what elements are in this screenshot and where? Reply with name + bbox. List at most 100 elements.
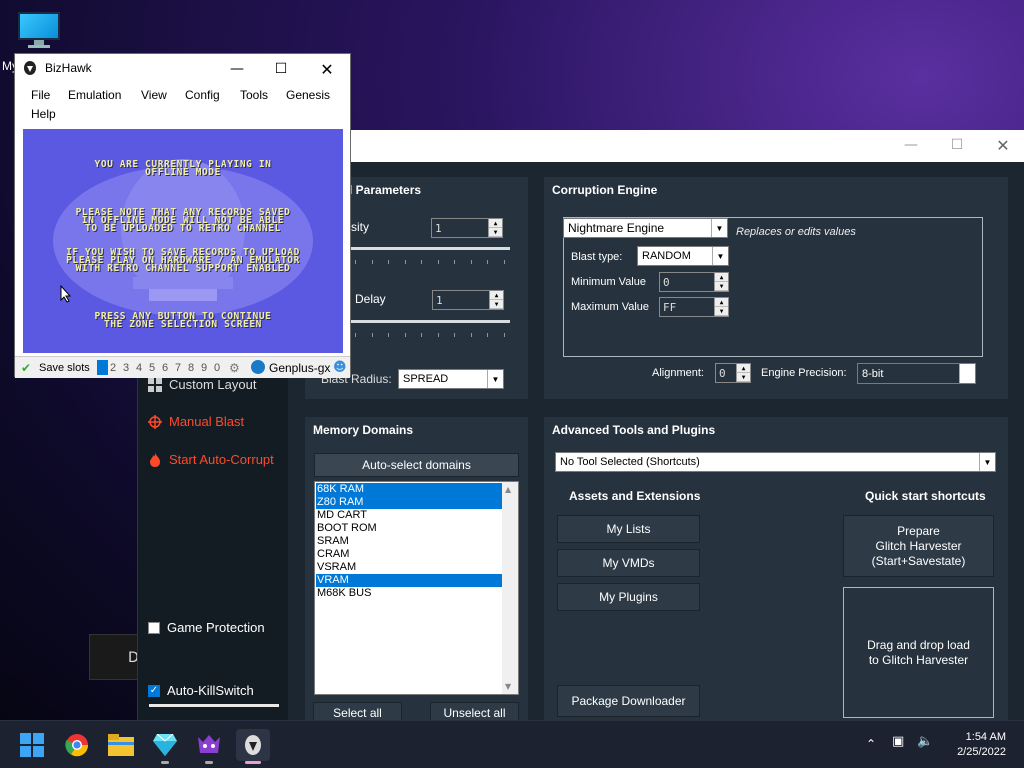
menu-help[interactable]: Help: [31, 107, 56, 121]
bizhawk-window: BizHawk — ☐ ✕ File Emulation View Config…: [14, 53, 351, 378]
save-slot-0[interactable]: 0: [214, 362, 220, 374]
file-explorer-icon[interactable]: [104, 729, 138, 761]
check-icon: ✔: [21, 361, 32, 375]
close-icon[interactable]: ✕: [980, 130, 1024, 160]
clock-date: 2/25/2022: [957, 746, 1006, 758]
spinner-value: 0: [719, 366, 726, 380]
menu-view[interactable]: View: [141, 88, 167, 102]
memory-domain-list[interactable]: 68K RAM Z80 RAM MD CART BOOT ROM SRAM CRAM VSR…: [314, 481, 519, 695]
tool-select[interactable]: No Tool Selected (Shortcuts) ▼: [555, 452, 996, 472]
gem-app-icon[interactable]: [148, 729, 182, 761]
close-icon[interactable]: ✕: [305, 56, 349, 82]
start-auto-corrupt-button[interactable]: Start Auto-Corrupt: [148, 452, 274, 467]
select-value: No Tool Selected (Shortcuts): [560, 456, 700, 468]
save-slots-label: Save slots: [39, 362, 90, 374]
intensity-slider[interactable]: [351, 247, 510, 250]
save-slot-5[interactable]: 5: [149, 362, 155, 374]
menu-config[interactable]: Config: [185, 88, 220, 102]
save-slot-7[interactable]: 7: [175, 362, 181, 374]
clock-time: 1:54 AM: [965, 731, 1006, 743]
chevron-up-icon[interactable]: ⌃: [866, 737, 876, 751]
engine-precision-select[interactable]: 8-bit ▼: [857, 363, 976, 384]
drag-drop-zone[interactable]: Drag and drop load to Glitch Harvester: [843, 587, 994, 718]
menu-file[interactable]: File: [31, 88, 50, 102]
spin-down-icon[interactable]: ▼: [489, 228, 502, 237]
engine-select[interactable]: Nightmare Engine ▼: [563, 218, 728, 238]
panel-title: l Parameters: [349, 183, 422, 197]
maximize-icon[interactable]: ☐: [934, 130, 980, 160]
list-item[interactable]: M68K BUS: [316, 587, 502, 600]
spin-up-icon[interactable]: ▲: [737, 364, 750, 373]
auto-select-domains-button[interactable]: Auto-select domains: [314, 453, 519, 477]
my-plugins-button[interactable]: My Plugins: [557, 583, 700, 611]
start-windows-icon[interactable]: [15, 729, 49, 761]
emulator-screen[interactable]: YOU ARE CURRENTLY PLAYING IN OFFLINE MOD…: [23, 129, 343, 353]
auto-killswitch-checkbox[interactable]: ✓ Auto-KillSwitch: [148, 683, 254, 698]
sidebar-item-label: Custom Layout: [169, 377, 257, 392]
checkbox-unchecked-icon[interactable]: [148, 621, 160, 634]
save-slot-9[interactable]: 9: [201, 362, 207, 374]
my-vmds-button[interactable]: My VMDs: [557, 549, 700, 577]
chrome-icon[interactable]: [60, 729, 94, 761]
spin-down-icon[interactable]: ▼: [715, 282, 728, 291]
maximum-value-spinner[interactable]: FF ▲ ▼: [659, 297, 729, 317]
list-item[interactable]: SRAM: [316, 535, 502, 548]
alignment-spinner[interactable]: 0 ▲ ▼: [715, 363, 751, 383]
rtc-launcher-icon[interactable]: [192, 729, 226, 761]
delay-slider[interactable]: [351, 320, 510, 323]
user-icon[interactable]: ☻: [333, 360, 347, 375]
intensity-spinner[interactable]: 1 ▲ ▼: [431, 218, 503, 238]
menu-tools[interactable]: Tools: [240, 88, 268, 102]
list-item[interactable]: VRAM: [316, 574, 502, 587]
menu-emulation[interactable]: Emulation: [68, 88, 121, 102]
menu-genesis[interactable]: Genesis: [286, 88, 330, 102]
list-scrollbar[interactable]: ▲ ▼: [502, 482, 518, 694]
spin-up-icon[interactable]: ▲: [489, 219, 502, 228]
volume-icon[interactable]: 🔈: [917, 734, 933, 749]
maximize-icon[interactable]: ☐: [259, 56, 303, 82]
blast-type-select[interactable]: RANDOM ▼: [637, 246, 729, 266]
package-downloader-button[interactable]: Package Downloader: [557, 685, 700, 717]
list-item[interactable]: MD CART: [316, 509, 502, 522]
my-lists-button[interactable]: My Lists: [557, 515, 700, 543]
sidebar-item-custom-layout[interactable]: Custom Layout: [148, 377, 256, 392]
game-protection-checkbox[interactable]: Game Protection: [148, 620, 265, 635]
scroll-down-icon[interactable]: ▼: [505, 682, 511, 691]
list-item[interactable]: VSRAM: [316, 561, 502, 574]
save-slot-2[interactable]: 2: [110, 362, 116, 374]
checkbox-checked-icon[interactable]: ✓: [148, 684, 160, 697]
spin-down-icon[interactable]: ▼: [490, 300, 503, 309]
delay-spinner[interactable]: 1 ▲ ▼: [432, 290, 504, 310]
desktop-this-pc-icon[interactable]: [14, 10, 66, 54]
manual-blast-button[interactable]: Manual Blast: [148, 414, 244, 429]
prepare-glitch-harvester-button[interactable]: Prepare Glitch Harvester (Start+Savestat…: [843, 515, 994, 577]
minimize-icon[interactable]: —: [215, 56, 259, 82]
list-item[interactable]: 68K RAM: [316, 483, 502, 496]
blast-radius-select[interactable]: SPREAD ▼: [398, 369, 504, 389]
panel-title: Memory Domains: [313, 423, 414, 437]
minimum-value-spinner[interactable]: 0 ▲ ▼: [659, 272, 729, 292]
spin-down-icon[interactable]: ▼: [715, 307, 728, 316]
spin-down-icon[interactable]: ▼: [737, 373, 750, 382]
list-item[interactable]: CRAM: [316, 548, 502, 561]
save-slot-3[interactable]: 3: [123, 362, 129, 374]
clock[interactable]: 1:54 AM 2/25/2022: [957, 730, 1006, 760]
save-slot-4[interactable]: 4: [136, 362, 142, 374]
spin-up-icon[interactable]: ▲: [715, 273, 728, 282]
list-item[interactable]: Z80 RAM: [316, 496, 502, 509]
list-item[interactable]: BOOT ROM: [316, 522, 502, 535]
bizhawk-taskbar-icon[interactable]: [236, 729, 270, 761]
scroll-up-icon[interactable]: ▲: [505, 485, 511, 494]
network-icon[interactable]: ▣: [892, 734, 904, 749]
blast-type-label: Blast type:: [571, 251, 623, 263]
spin-up-icon[interactable]: ▲: [715, 298, 728, 307]
save-slot-6[interactable]: 6: [162, 362, 168, 374]
save-slot-1[interactable]: 1: [97, 360, 108, 375]
spin-up-icon[interactable]: ▲: [490, 291, 503, 300]
bizhawk-titlebar[interactable]: BizHawk — ☐ ✕: [15, 54, 350, 82]
save-slot-8[interactable]: 8: [188, 362, 194, 374]
chevron-down-icon: ▼: [959, 364, 975, 383]
minimize-icon[interactable]: —: [888, 130, 934, 160]
controller-icon[interactable]: ⚙: [229, 361, 240, 375]
window-title: BizHawk: [45, 61, 92, 75]
